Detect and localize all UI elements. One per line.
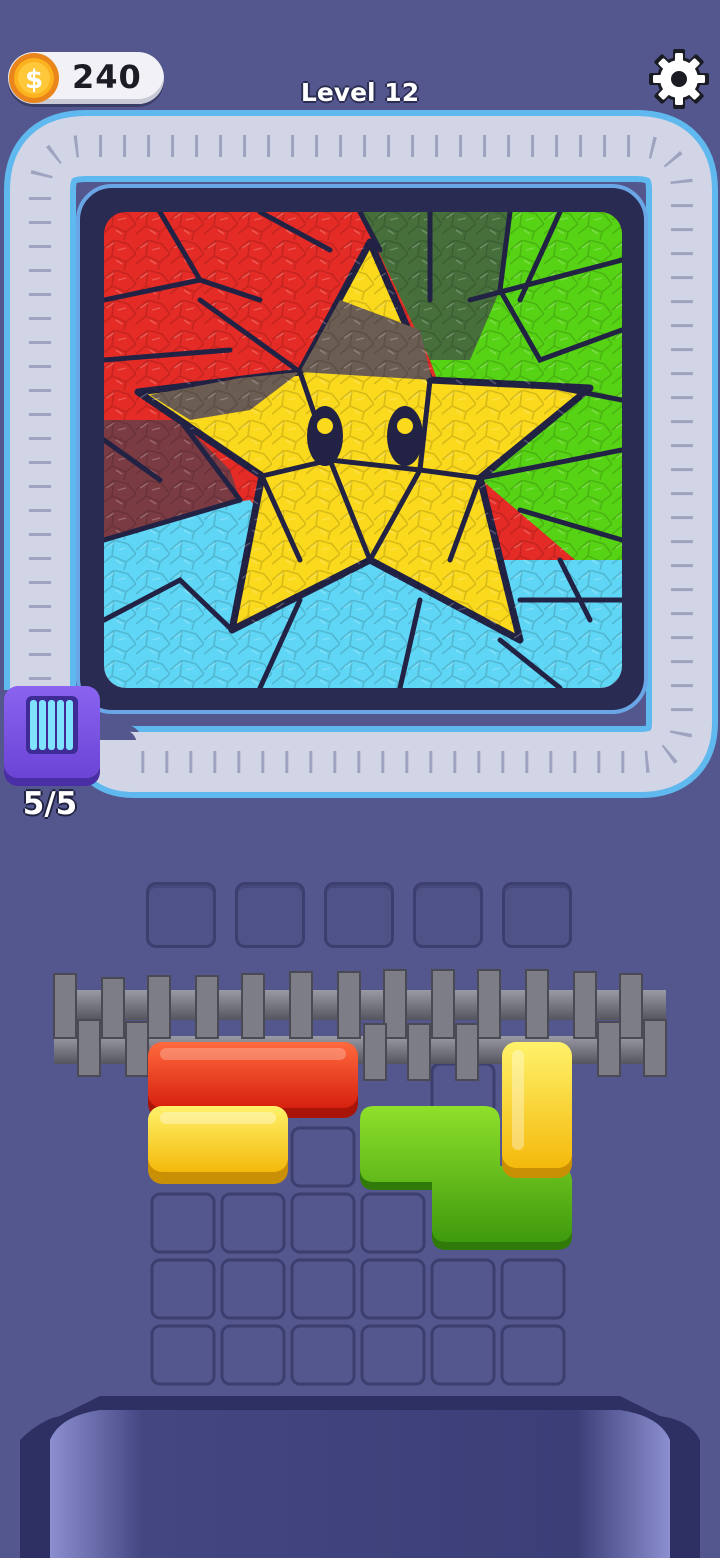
- yellow-vertical-block[interactable]: [502, 1042, 572, 1178]
- level-title: Level 12: [300, 78, 420, 107]
- gear-icon[interactable]: [648, 48, 710, 110]
- slot[interactable]: [146, 882, 216, 948]
- picture-canvas: [104, 212, 622, 688]
- slot[interactable]: [324, 882, 394, 948]
- collector-tray: [20, 1396, 700, 1558]
- spool-count: 5/5: [22, 786, 78, 822]
- slot[interactable]: [413, 882, 483, 948]
- slot[interactable]: [502, 882, 572, 948]
- slot[interactable]: [235, 882, 305, 948]
- stained-glass-board: [4, 110, 718, 798]
- yellow-block[interactable]: [148, 1106, 288, 1184]
- spool-button[interactable]: [4, 686, 100, 778]
- block-puzzle-area: [20, 969, 700, 1558]
- gear-crusher: [53, 969, 667, 1081]
- holding-slots: [146, 882, 576, 952]
- thread-spool-icon: [26, 696, 78, 754]
